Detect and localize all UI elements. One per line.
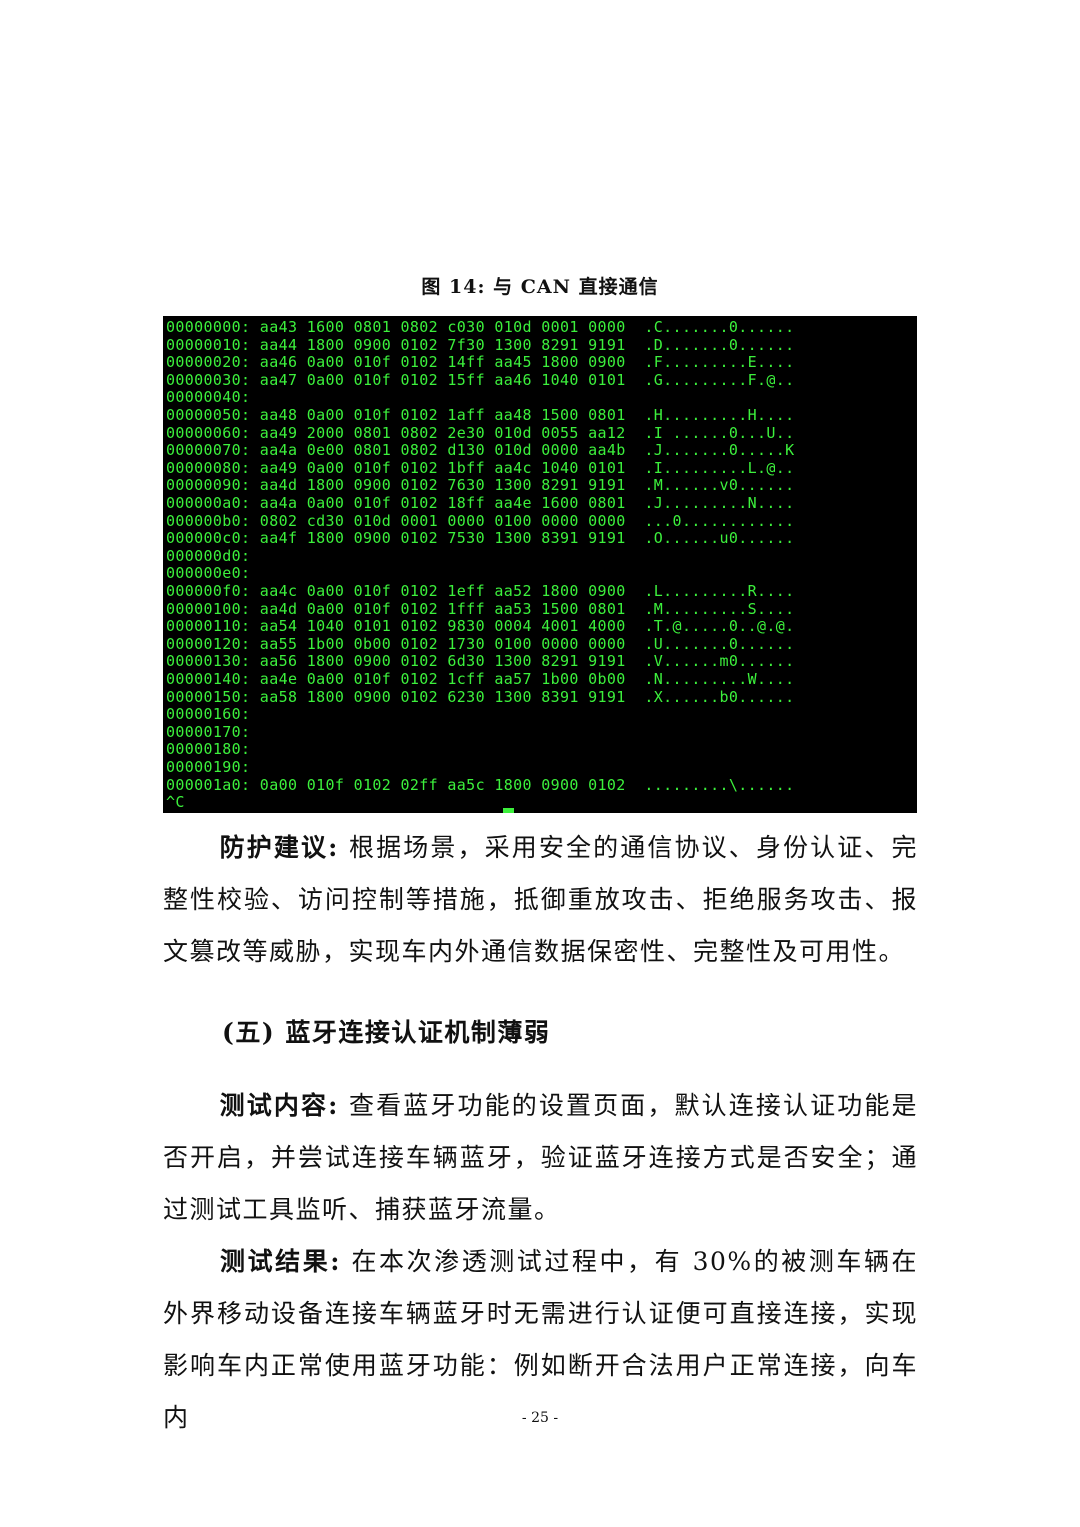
terminal-line: 00000080: aa49 0a00 010f 0102 1bff aa4c …	[166, 458, 795, 477]
section-heading: (五) 蓝牙连接认证机制薄弱	[222, 1018, 551, 1047]
terminal-line: 00000180:	[166, 740, 251, 759]
terminal-line: 000000f0: aa4c 0a00 010f 0102 1eff aa52 …	[166, 582, 795, 600]
terminal-line: 000000b0: 0802 cd30 010d 0001 0000 0100 …	[166, 511, 795, 530]
terminal-line: 00000100: aa4d 0a00 010f 0102 1fff aa53 …	[166, 599, 795, 618]
terminal-line: 00000040:	[166, 388, 251, 407]
redaction-bar	[271, 389, 911, 407]
terminal-line: 00000110: aa54 1040 0101 0102 9830 0004 …	[166, 617, 795, 636]
paragraph-lead: 测试结果:	[219, 1247, 341, 1276]
protection-advice-paragraph: 防护建议: 根据场景，采用安全的通信协议、身份认证、完整性校验、访问控制等措施，…	[163, 822, 918, 978]
terminal-line: 00000190:	[166, 758, 251, 776]
terminal-line: 000000c0: aa4f 1800 0900 0102 7530 1300 …	[166, 529, 795, 548]
figure-caption: 图 14: 与 CAN 直接通信	[421, 276, 659, 298]
terminal-line: 00000120: aa55 1b00 0b00 0102 1730 0100 …	[166, 634, 795, 653]
terminal-line: 00000130: aa56 1800 0900 0102 6d30 1300 …	[166, 652, 795, 671]
paragraph-lead: 测试内容:	[219, 1091, 339, 1120]
terminal-line: 000000a0: aa4a 0a00 010f 0102 18ff aa4e …	[166, 494, 795, 512]
terminal-line: 00000160:	[166, 705, 251, 724]
terminal-line: 000001a0: 0a00 010f 0102 02ff aa5c 1800 …	[166, 775, 795, 794]
terminal-line: 00000050: aa48 0a00 010f 0102 1aff aa48 …	[166, 406, 795, 424]
terminal-line: 000000d0:	[166, 546, 251, 565]
terminal-line: 00000060: aa49 2000 0801 0802 2e30 010d …	[166, 423, 795, 442]
page-number: - 25 -	[521, 1410, 559, 1426]
terminal-line: 000000e0:	[166, 564, 251, 583]
terminal-line: 00000150: aa58 1800 0900 0102 6230 1300 …	[166, 687, 795, 706]
redaction-bar	[271, 708, 911, 764]
terminal-line: 00000030: aa47 0a00 010f 0102 15ff aa46 …	[166, 370, 795, 389]
terminal-line: 00000070: aa4a 0e00 0801 0802 d130 010d …	[166, 441, 795, 460]
terminal-line: 00000090: aa4d 1800 0900 0102 7630 1300 …	[166, 476, 795, 495]
terminal-line: 00000010: aa44 1800 0900 0102 7f30 1300 …	[166, 335, 795, 354]
terminal-screenshot: 00000000: aa43 1600 0801 0802 c030 010d …	[163, 316, 917, 813]
test-content-paragraph: 测试内容: 查看蓝牙功能的设置页面，默认连接认证功能是否开启，并尝试连接车辆蓝牙…	[163, 1080, 918, 1236]
terminal-line: ^C	[166, 793, 185, 812]
terminal-line: 00000020: aa46 0a00 010f 0102 14ff aa45 …	[166, 353, 795, 372]
terminal-cursor	[503, 808, 514, 813]
terminal-line: 00000000: aa43 1600 0801 0802 c030 010d …	[166, 318, 795, 336]
terminal-line: 00000140: aa4e 0a00 010f 0102 1cff aa57 …	[166, 670, 795, 688]
paragraph-lead: 防护建议:	[219, 833, 339, 862]
terminal-line: 00000170:	[166, 722, 251, 741]
redaction-bar	[271, 548, 911, 582]
